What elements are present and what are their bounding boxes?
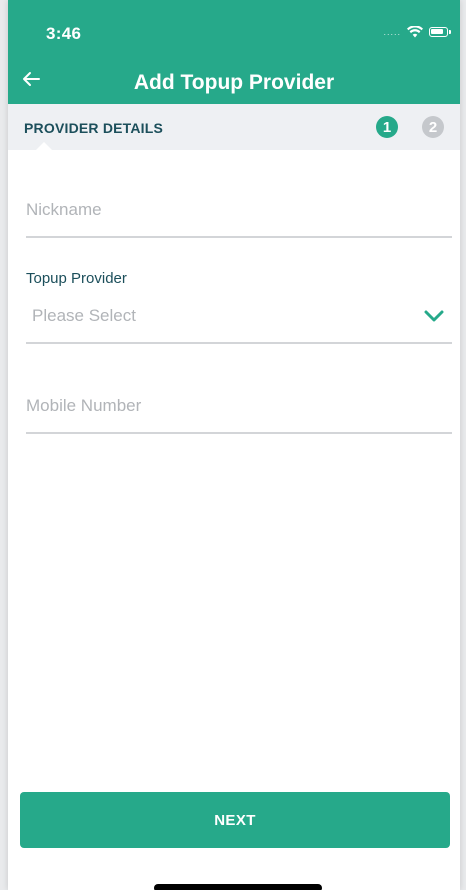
status-time: 3:46 <box>46 24 82 43</box>
step-pointer <box>36 142 52 150</box>
step-indicator-2: 2 <box>422 116 444 138</box>
nickname-field[interactable] <box>26 198 452 238</box>
mobile-number-field[interactable] <box>26 394 452 434</box>
chevron-down-icon <box>424 310 444 322</box>
step-header: PROVIDER DETAILS 1 2 <box>8 104 460 150</box>
step-indicator-1: 1 <box>376 116 398 138</box>
topup-provider-select[interactable]: Please Select <box>26 304 452 344</box>
page-title: Add Topup Provider <box>133 71 335 94</box>
nickname-input[interactable] <box>26 200 452 220</box>
next-button[interactable]: NEXT <box>20 792 450 848</box>
step-title: PROVIDER DETAILS <box>24 120 164 136</box>
battery-icon <box>429 27 451 37</box>
topup-provider-label: Topup Provider <box>26 270 127 287</box>
app-screen: 3:46 ..... Add Topup Provider PROVIDER D… <box>8 0 460 890</box>
wifi-icon <box>407 26 423 38</box>
signal-icon: ..... <box>383 26 401 37</box>
home-indicator <box>154 884 322 890</box>
app-header: 3:46 ..... Add Topup Provider <box>8 0 460 104</box>
mobile-number-input[interactable] <box>26 396 452 416</box>
status-icons: ..... <box>383 26 451 38</box>
topup-provider-value: Please Select <box>32 306 136 325</box>
